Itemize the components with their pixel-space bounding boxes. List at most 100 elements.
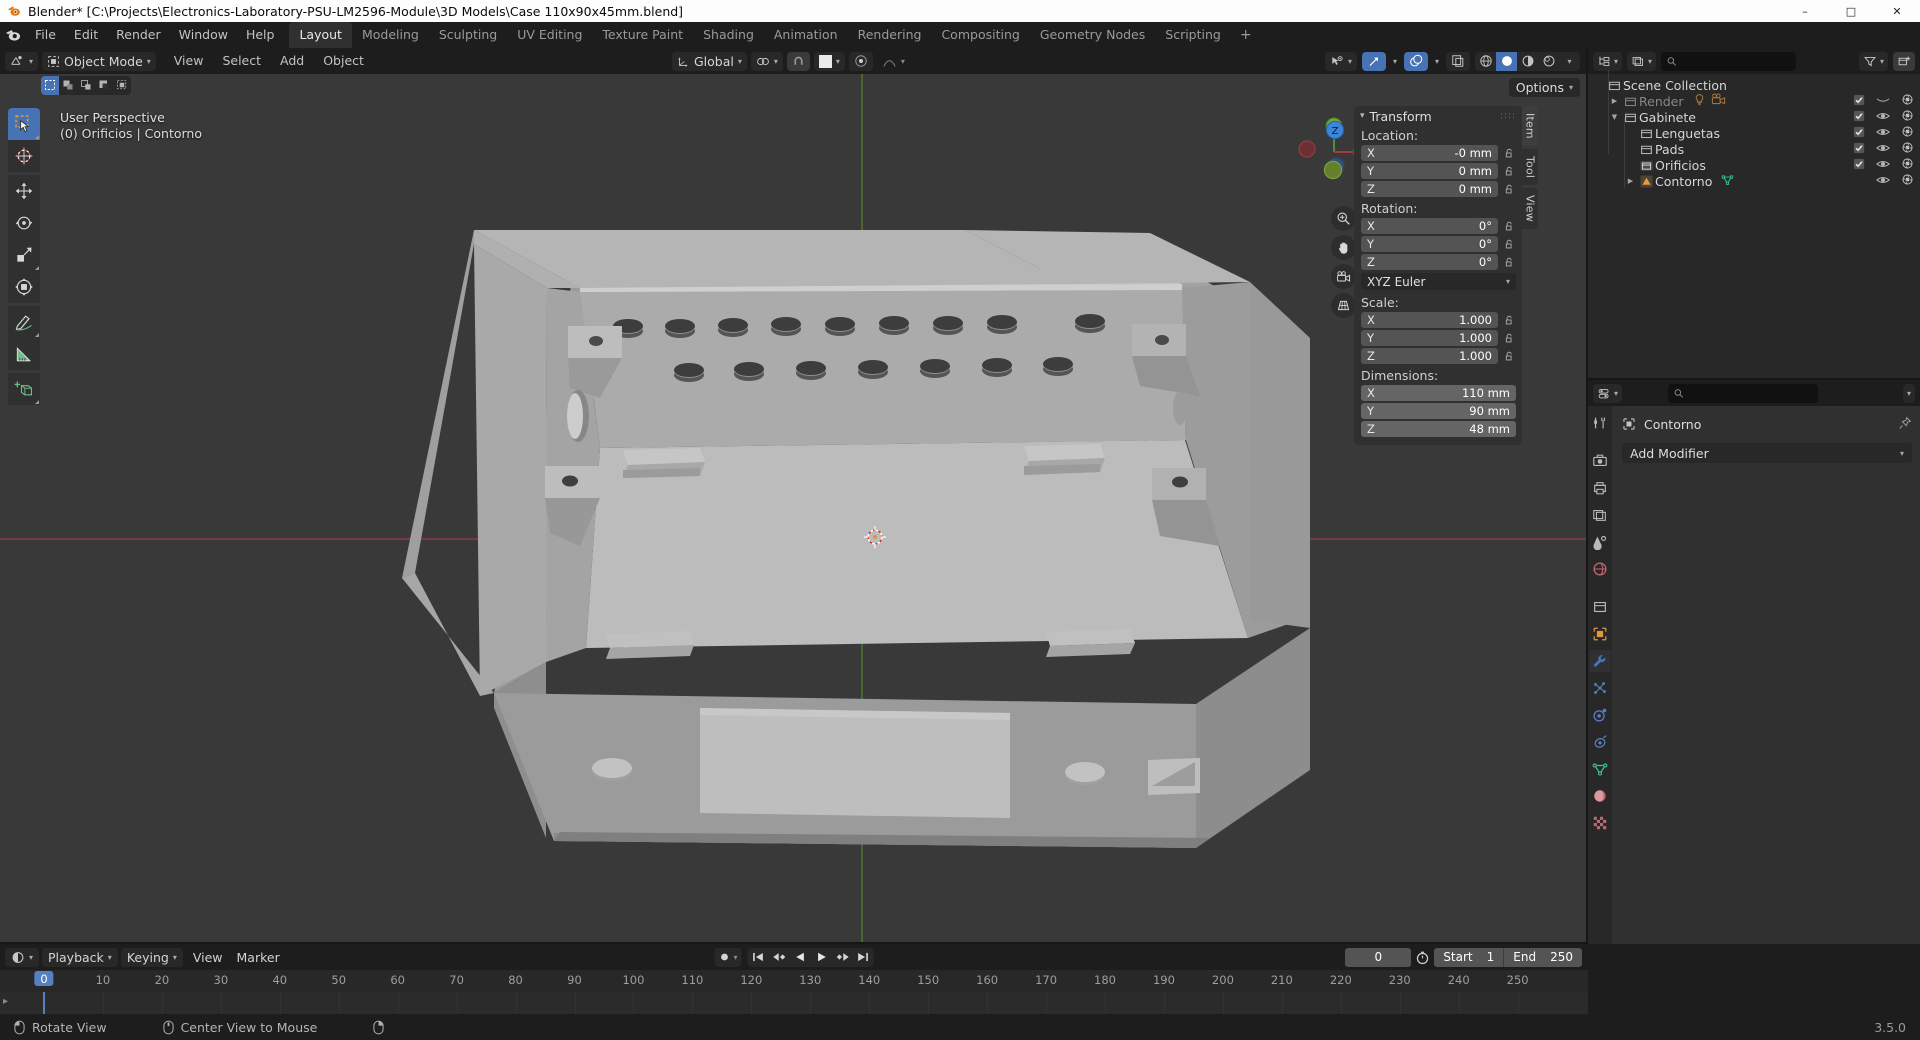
jump-to-end-button[interactable]: [853, 948, 874, 967]
properties-options-button[interactable]: ▾: [1902, 383, 1915, 403]
add-modifier-button[interactable]: Add Modifier ▾: [1622, 443, 1912, 463]
transform-orientation-selector[interactable]: Global ▾: [672, 51, 747, 71]
editor-divider-horizontal[interactable]: [1588, 378, 1920, 380]
viewport-menu-select[interactable]: Select: [213, 50, 270, 72]
timeline-ruler[interactable]: 0 10 20 30 40 50 60 70 80 90 100 110 120 130 140 150 160…: [0, 970, 1588, 992]
workspace-tab-shading[interactable]: Shading: [693, 22, 764, 48]
timeline-menu-marker[interactable]: Marker: [230, 948, 287, 967]
outliner-filter-button[interactable]: ▾: [1858, 51, 1888, 71]
tab-collection[interactable]: [1589, 596, 1611, 618]
tool-move[interactable]: [8, 175, 40, 207]
workspace-tab-animation[interactable]: Animation: [764, 22, 848, 48]
lock-location-y-icon[interactable]: [1502, 166, 1516, 177]
lock-scale-y-icon[interactable]: [1502, 333, 1516, 344]
visibility-selector[interactable]: ▾: [1324, 51, 1357, 71]
menu-render[interactable]: Render: [107, 24, 170, 46]
rotation-mode-selector[interactable]: XYZ Euler ▾: [1361, 273, 1516, 290]
tab-tool[interactable]: [1589, 412, 1611, 434]
scale-x-field[interactable]: X 1.000: [1361, 312, 1498, 328]
hide-viewport-icon[interactable]: [1876, 142, 1890, 157]
select-subtract-button[interactable]: [77, 76, 95, 95]
chevron-right-icon[interactable]: ▶: [1608, 97, 1621, 105]
menu-file[interactable]: File: [26, 24, 65, 46]
viewport-options-button[interactable]: Options ▾: [1508, 78, 1580, 97]
workspace-tab-rendering[interactable]: Rendering: [848, 22, 932, 48]
scale-y-field[interactable]: Y 1.000: [1361, 330, 1498, 346]
play-reverse-button[interactable]: [790, 948, 811, 967]
lock-location-x-icon[interactable]: [1502, 148, 1516, 159]
exclude-checkbox[interactable]: [1853, 158, 1865, 173]
frame-range-fields[interactable]: Start 1 End 250: [1434, 947, 1582, 967]
add-workspace-button[interactable]: +: [1231, 27, 1261, 43]
select-mode-group[interactable]: [41, 75, 131, 95]
outliner-row-lenguetas[interactable]: Lenguetas: [1588, 125, 1920, 141]
camera-icon[interactable]: [1711, 93, 1726, 109]
tool-select-box[interactable]: [8, 108, 40, 140]
workspace-tab-uv-editing[interactable]: UV Editing: [507, 22, 592, 48]
sidebar-tab-item[interactable]: Item: [1522, 106, 1538, 146]
properties-search[interactable]: [1667, 383, 1818, 403]
outliner-editor-type-button[interactable]: ▾: [1593, 51, 1623, 71]
workspace-tab-texture-paint[interactable]: Texture Paint: [592, 22, 693, 48]
panel-grip[interactable]: ::::: [1500, 111, 1516, 121]
timeline-divider[interactable]: [0, 942, 1588, 944]
snap-target-selector[interactable]: ▾: [750, 51, 783, 71]
tab-render[interactable]: [1589, 450, 1611, 472]
lock-rotation-x-icon[interactable]: [1502, 221, 1516, 232]
outliner-row-orificios[interactable]: Orificios: [1588, 157, 1920, 173]
tool-cursor[interactable]: [8, 140, 40, 172]
workspace-tab-scripting[interactable]: Scripting: [1155, 22, 1231, 48]
workspace-tab-compositing[interactable]: Compositing: [931, 22, 1029, 48]
viewport-menu-add[interactable]: Add: [271, 50, 313, 72]
disable-render-icon[interactable]: [1901, 109, 1914, 125]
sidebar-tab-tool[interactable]: Tool: [1522, 148, 1538, 186]
timeline-editor-type-button[interactable]: ▾: [5, 947, 40, 967]
pin-id-button[interactable]: [1898, 416, 1912, 433]
workspace-tab-geometry-nodes[interactable]: Geometry Nodes: [1030, 22, 1155, 48]
select-intersect-button[interactable]: [113, 76, 131, 95]
gizmo-dropdown[interactable]: ▾: [1391, 52, 1399, 71]
exclude-checkbox[interactable]: [1853, 126, 1865, 141]
lock-scale-z-icon[interactable]: [1502, 351, 1516, 362]
mesh-data-icon[interactable]: [1721, 173, 1734, 189]
overlays-toggle[interactable]: [1403, 51, 1428, 71]
disable-render-icon[interactable]: [1901, 141, 1914, 157]
shading-dropdown[interactable]: ▾: [1559, 52, 1580, 71]
workspace-tab-sculpting[interactable]: Sculpting: [429, 22, 507, 48]
tool-measure[interactable]: [8, 338, 40, 370]
rotation-z-field[interactable]: Z 0°: [1361, 254, 1498, 270]
move-view-button[interactable]: [1331, 235, 1356, 260]
timeline-left-expand[interactable]: ▸: [3, 996, 8, 1007]
gizmo-toggle[interactable]: [1361, 51, 1386, 71]
next-keyframe-button[interactable]: [832, 948, 853, 967]
location-z-field[interactable]: Z 0 mm: [1361, 181, 1498, 197]
tab-modifier[interactable]: [1589, 650, 1611, 672]
timeline-track[interactable]: [0, 992, 1588, 1014]
workspace-tab-layout[interactable]: Layout: [289, 22, 352, 48]
properties-editor-type-button[interactable]: ▾: [1593, 383, 1623, 403]
chevron-right-icon[interactable]: ▶: [1624, 177, 1637, 185]
overlays-dropdown[interactable]: ▾: [1433, 52, 1441, 71]
menu-help[interactable]: Help: [237, 24, 284, 46]
outliner-row-contorno[interactable]: ▶ Contorno: [1588, 173, 1920, 189]
timeline-editor[interactable]: ▾ Playback ▾ Keying ▾ View Marker ▾ 0 St…: [0, 944, 1588, 1014]
lock-location-z-icon[interactable]: [1502, 184, 1516, 195]
xray-toggle[interactable]: [1446, 51, 1470, 71]
tab-world[interactable]: [1589, 558, 1611, 580]
camera-view-button[interactable]: [1331, 264, 1356, 289]
tab-particles[interactable]: [1589, 677, 1611, 699]
editor-divider-vertical[interactable]: [1586, 48, 1588, 944]
minimize-button[interactable]: –: [1782, 0, 1828, 22]
tab-data[interactable]: [1589, 758, 1611, 780]
timeline-menu-view[interactable]: View: [186, 948, 230, 967]
scale-z-field[interactable]: Z 1.000: [1361, 348, 1498, 364]
tool-add-cube[interactable]: [8, 373, 40, 405]
rotation-y-field[interactable]: Y 0°: [1361, 236, 1498, 252]
outliner-new-collection-button[interactable]: [1893, 51, 1915, 71]
object-mode-selector[interactable]: Object Mode ▾: [42, 51, 156, 71]
outliner-search-input[interactable]: [1681, 54, 1791, 68]
shading-wireframe-button[interactable]: [1475, 52, 1496, 71]
3d-viewport[interactable]: ▾ Object Mode ▾ View Select Add Object G…: [0, 48, 1588, 944]
dimensions-y-field[interactable]: Y 90 mm: [1361, 403, 1516, 419]
outliner-row-gabinete[interactable]: ▼ Gabinete: [1588, 109, 1920, 125]
